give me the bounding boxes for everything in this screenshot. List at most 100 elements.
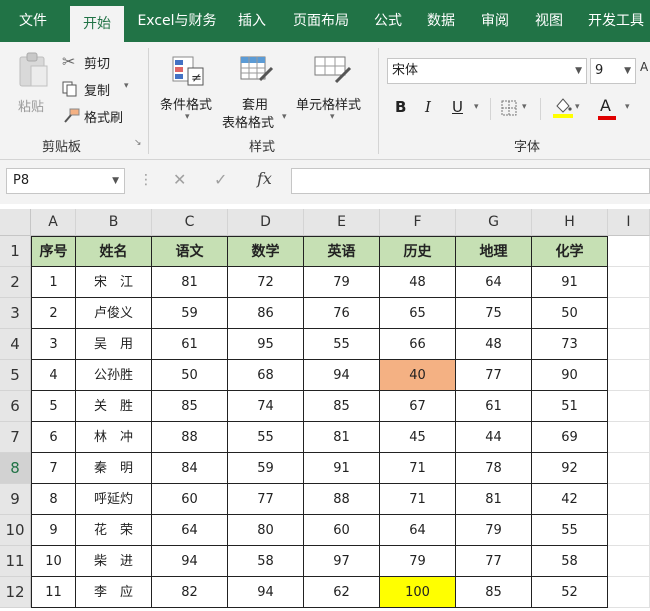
empty-cell[interactable] <box>608 577 650 608</box>
table-cell[interactable]: 79 <box>304 267 380 298</box>
column-header-f[interactable]: F <box>380 209 456 236</box>
table-cell[interactable]: 10 <box>31 546 76 577</box>
row-header-10[interactable]: 10 <box>0 515 31 546</box>
table-cell[interactable]: 50 <box>152 360 228 391</box>
table-cell[interactable]: 90 <box>532 360 608 391</box>
underline-button[interactable]: U <box>452 98 463 116</box>
font-color-dropdown-icon[interactable]: ▾ <box>625 102 630 112</box>
empty-cell[interactable] <box>608 422 650 453</box>
empty-cell[interactable] <box>608 391 650 422</box>
bold-button[interactable]: B <box>395 98 406 116</box>
row-header-5[interactable]: 5 <box>0 360 31 391</box>
table-cell[interactable]: 85 <box>304 391 380 422</box>
table-cell[interactable]: 91 <box>532 267 608 298</box>
column-header-h[interactable]: H <box>532 209 608 236</box>
border-dropdown-icon[interactable]: ▾ <box>522 102 527 112</box>
tab-formulas[interactable]: 公式 <box>365 0 411 42</box>
table-header-cell[interactable]: 历史 <box>380 236 456 267</box>
table-cell[interactable]: 64 <box>380 515 456 546</box>
table-cell[interactable]: 78 <box>456 453 532 484</box>
table-cell[interactable]: 61 <box>152 329 228 360</box>
table-header-cell[interactable]: 化学 <box>532 236 608 267</box>
table-cell[interactable]: 李 应 <box>76 577 152 608</box>
table-cell[interactable]: 100 <box>380 577 456 608</box>
table-cell[interactable]: 公孙胜 <box>76 360 152 391</box>
copy-dropdown-icon[interactable]: ▾ <box>124 81 129 91</box>
table-cell[interactable]: 7 <box>31 453 76 484</box>
table-cell[interactable]: 64 <box>152 515 228 546</box>
table-cell[interactable]: 72 <box>228 267 304 298</box>
table-cell[interactable]: 68 <box>228 360 304 391</box>
table-cell[interactable]: 60 <box>304 515 380 546</box>
table-cell[interactable]: 64 <box>456 267 532 298</box>
table-cell[interactable]: 柴 进 <box>76 546 152 577</box>
font-size-dropdown[interactable]: 9 ▼ <box>590 58 636 84</box>
table-cell[interactable]: 58 <box>228 546 304 577</box>
table-header-cell[interactable]: 姓名 <box>76 236 152 267</box>
empty-cell[interactable] <box>608 236 650 267</box>
table-cell[interactable]: 55 <box>532 515 608 546</box>
table-cell[interactable]: 44 <box>456 422 532 453</box>
row-header-11[interactable]: 11 <box>0 546 31 577</box>
clipboard-launcher-icon[interactable]: ↘ <box>134 138 142 148</box>
table-cell[interactable]: 卢俊义 <box>76 298 152 329</box>
table-header-cell[interactable]: 语文 <box>152 236 228 267</box>
cut-button[interactable]: ✂ 剪切 <box>62 52 132 74</box>
table-cell[interactable]: 秦 明 <box>76 453 152 484</box>
empty-cell[interactable] <box>608 267 650 298</box>
table-cell[interactable]: 81 <box>152 267 228 298</box>
table-cell[interactable]: 50 <box>532 298 608 329</box>
formula-input[interactable] <box>291 168 650 194</box>
table-header-cell[interactable]: 英语 <box>304 236 380 267</box>
tab-insert[interactable]: 插入 <box>230 0 274 42</box>
table-cell[interactable]: 80 <box>228 515 304 546</box>
table-cell[interactable]: 59 <box>228 453 304 484</box>
format-painter-button[interactable]: 格式刷 <box>62 106 138 128</box>
table-cell[interactable]: 40 <box>380 360 456 391</box>
increase-font-icon[interactable]: A <box>640 60 648 74</box>
empty-cell[interactable] <box>608 515 650 546</box>
table-cell[interactable]: 55 <box>228 422 304 453</box>
table-cell[interactable]: 88 <box>152 422 228 453</box>
cancel-icon[interactable]: ✕ <box>173 170 186 189</box>
tab-page-layout[interactable]: 页面布局 <box>283 0 359 42</box>
table-cell[interactable]: 9 <box>31 515 76 546</box>
table-cell[interactable]: 88 <box>304 484 380 515</box>
table-cell[interactable]: 94 <box>228 577 304 608</box>
column-header-i[interactable]: I <box>608 209 650 236</box>
table-cell[interactable]: 84 <box>152 453 228 484</box>
font-color-button[interactable]: A <box>600 96 611 115</box>
row-header-4[interactable]: 4 <box>0 329 31 360</box>
row-header-1[interactable]: 1 <box>0 236 31 267</box>
column-header-c[interactable]: C <box>152 209 228 236</box>
table-cell[interactable]: 79 <box>456 515 532 546</box>
row-header-3[interactable]: 3 <box>0 298 31 329</box>
table-cell[interactable]: 82 <box>152 577 228 608</box>
tab-view[interactable]: 视图 <box>526 0 572 42</box>
table-cell[interactable]: 62 <box>304 577 380 608</box>
table-cell[interactable]: 76 <box>304 298 380 329</box>
name-box[interactable]: P8 ▼ <box>6 168 125 194</box>
table-cell[interactable]: 林 冲 <box>76 422 152 453</box>
table-cell[interactable]: 91 <box>304 453 380 484</box>
select-all-corner[interactable] <box>0 209 31 236</box>
row-header-2[interactable]: 2 <box>0 267 31 298</box>
insert-function-button[interactable]: fx <box>257 169 272 188</box>
table-cell[interactable]: 呼延灼 <box>76 484 152 515</box>
table-cell[interactable]: 宋 江 <box>76 267 152 298</box>
table-cell[interactable]: 73 <box>532 329 608 360</box>
row-header-12[interactable]: 12 <box>0 577 31 608</box>
tab-developer[interactable]: 开发工具 <box>580 0 650 42</box>
underline-dropdown-icon[interactable]: ▾ <box>474 102 479 112</box>
table-cell[interactable]: 69 <box>532 422 608 453</box>
column-header-e[interactable]: E <box>304 209 380 236</box>
empty-cell[interactable] <box>608 360 650 391</box>
table-cell[interactable]: 94 <box>152 546 228 577</box>
tab-file[interactable]: 文件 <box>8 0 58 42</box>
table-cell[interactable]: 85 <box>456 577 532 608</box>
table-cell[interactable]: 42 <box>532 484 608 515</box>
empty-cell[interactable] <box>608 546 650 577</box>
empty-cell[interactable] <box>608 453 650 484</box>
table-cell[interactable]: 45 <box>380 422 456 453</box>
conditional-format-button[interactable]: ≠ 条件格式 ▾ <box>158 54 220 130</box>
